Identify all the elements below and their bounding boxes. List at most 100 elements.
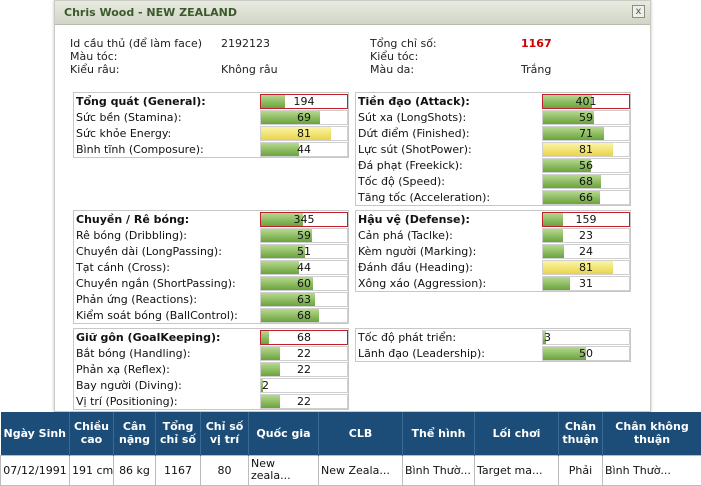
stat-value: 22: [261, 363, 347, 376]
stat-label: Sức khỏe Energy:: [76, 127, 171, 140]
stat-bar: 401: [542, 94, 630, 109]
stat-bar: 51: [260, 244, 348, 259]
stat-value: 23: [543, 229, 629, 242]
stat-row: Vị trí (Positioning): 22: [74, 394, 348, 410]
stat-row: Phản xạ (Reflex):22: [74, 362, 348, 378]
attack-group: Tiền đạo (Attack):401Sút xa (LongShots):…: [355, 92, 631, 206]
hair-style-label: Kiểu tóc:: [370, 50, 418, 63]
column-header-chi-so-vi-tri[interactable]: Chỉ số vị trí: [201, 412, 249, 455]
stat-bar: 81: [542, 142, 630, 157]
column-header-can-nang[interactable]: Cân nặng: [114, 412, 156, 455]
dribbling-group: Chuyền / Rê bóng:345Rê bóng (Dribbling):…: [73, 210, 349, 324]
stat-bar: 345: [260, 212, 348, 227]
stat-value: 159: [543, 213, 629, 226]
stat-row: Đá phạt (Freekick): 56: [356, 158, 630, 174]
stat-label: Sút xa (LongShots):: [358, 111, 466, 124]
stat-bar: 60: [260, 276, 348, 291]
stat-value: 68: [543, 175, 629, 188]
stat-row: Kèm người (Marking): 24: [356, 244, 630, 260]
general-header-row: Tổng quát (General):194: [74, 94, 348, 110]
column-header-the-hinh[interactable]: Thể hình: [403, 412, 475, 455]
defense-header-row: Hậu vệ (Defense):159: [356, 212, 630, 228]
stat-row: Lực sút (ShotPower): 81: [356, 142, 630, 158]
column-header-chan-thuan[interactable]: Chân thuận: [559, 412, 603, 455]
stat-value: 44: [261, 143, 347, 156]
table-row[interactable]: 07/12/1991191 cm86 kg116780New zeala...N…: [1, 455, 701, 485]
column-header-chan-khong-thuan[interactable]: Chân không thuận: [603, 412, 701, 455]
stat-label: Tạt cánh (Cross):: [76, 261, 170, 274]
stat-value: 3: [543, 331, 629, 344]
stat-value: 66: [543, 191, 629, 204]
total-label: Tổng chỉ số:: [370, 37, 437, 50]
stat-bar: 50: [542, 346, 630, 361]
goalkeeping-header-row: Giữ gôn (GoalKeeping): 68: [74, 330, 348, 346]
skin-value: Trắng: [521, 63, 551, 76]
stat-bar: 81: [542, 260, 630, 275]
stat-row: Rê bóng (Dribbling):59: [74, 228, 348, 244]
stat-row: Đánh đầu (Heading): 81: [356, 260, 630, 276]
column-header-ngay-sinh[interactable]: Ngày Sinh: [1, 412, 70, 455]
stat-value: 401: [543, 95, 629, 108]
stat-label: Lực sút (ShotPower):: [358, 143, 472, 156]
dialog-titlebar: Chris Wood - NEW ZEALAND x: [55, 1, 650, 25]
cell-chi-so-vi-tri: 80: [201, 455, 249, 485]
cell-the-hinh: Bình Thườ...: [403, 455, 475, 485]
stat-value: 81: [261, 127, 347, 140]
stat-label: Lãnh đạo (Leadership):: [358, 347, 485, 360]
column-header-loi-choi[interactable]: Lối chơi: [475, 412, 559, 455]
beard-value: Không râu: [221, 63, 278, 76]
stat-label: Cản phá (Taclke):: [358, 229, 453, 242]
stat-bar: 56: [542, 158, 630, 173]
goalkeeping-group: Giữ gôn (GoalKeeping): 68 Bắt bóng (Handli…: [73, 328, 349, 410]
stat-bar: 159: [542, 212, 630, 227]
stat-label: Bắt bóng (Handling):: [76, 347, 191, 360]
cell-clb: New Zeala...: [319, 455, 403, 485]
stat-value: 2: [261, 379, 347, 392]
stat-label: Kèm người (Marking):: [358, 245, 476, 258]
stat-bar: 44: [260, 260, 348, 275]
stat-value: 81: [543, 143, 629, 156]
stat-row: Cản phá (Taclke): 23: [356, 228, 630, 244]
stat-value: 345: [261, 213, 347, 226]
stat-bar: 44: [260, 142, 348, 157]
stat-bar: 3: [542, 330, 630, 345]
stat-row: Chuyền dài (LongPassing):51: [74, 244, 348, 260]
stat-row: Lãnh đạo (Leadership): 50: [356, 346, 630, 362]
cell-ngay-sinh: 07/12/1991: [1, 455, 70, 485]
stat-bar: 22: [260, 346, 348, 361]
column-header-quoc-gia[interactable]: Quốc gia: [249, 412, 319, 455]
player-id-label: Id cầu thủ (để làm face): [70, 37, 202, 50]
stat-value: 50: [543, 347, 629, 360]
stat-value: 59: [543, 111, 629, 124]
column-header-chieu-cao[interactable]: Chiều cao: [70, 412, 114, 455]
stat-label: Đá phạt (Freekick):: [358, 159, 463, 172]
player-dialog: Chris Wood - NEW ZEALAND x Id cầu thủ (đ…: [54, 0, 651, 412]
stat-row: Phản ứng (Reactions):63: [74, 292, 348, 308]
stat-label: Kiểm soát bóng (BallControl):: [76, 309, 238, 322]
stat-label: Tổng quát (General):: [76, 95, 206, 108]
stat-label: Vị trí (Positioning):: [76, 395, 178, 408]
stat-bar: 24: [542, 244, 630, 259]
cell-loi-choi: Target ma...: [475, 455, 559, 485]
stat-value: 81: [543, 261, 629, 274]
stat-value: 59: [261, 229, 347, 242]
stat-label: Tốc độ phát triển:: [358, 331, 456, 344]
stat-row: Sức bền (Stamina):69: [74, 110, 348, 126]
close-icon[interactable]: x: [632, 5, 645, 18]
stat-label: Giữ gôn (GoalKeeping):: [76, 331, 220, 344]
stat-row: Chuyền ngắn (ShortPassing): 60: [74, 276, 348, 292]
stat-value: 56: [543, 159, 629, 172]
stat-value: 60: [261, 277, 347, 290]
stat-label: Chuyền ngắn (ShortPassing):: [76, 277, 236, 290]
stat-value: 51: [261, 245, 347, 258]
column-header-tong-chi-so[interactable]: Tổng chỉ số: [156, 412, 201, 455]
general-group: Tổng quát (General):194Sức bền (Stamina)…: [73, 92, 349, 158]
column-header-clb[interactable]: CLB: [319, 412, 403, 455]
stat-row: Sút xa (LongShots): 59: [356, 110, 630, 126]
stat-row: Bay người (Diving):2: [74, 378, 348, 394]
stat-value: 71: [543, 127, 629, 140]
stat-value: 68: [261, 331, 347, 344]
stat-bar: 22: [260, 394, 348, 409]
beard-label: Kiểu râu:: [70, 63, 119, 76]
stat-label: Đánh đầu (Heading):: [358, 261, 473, 274]
